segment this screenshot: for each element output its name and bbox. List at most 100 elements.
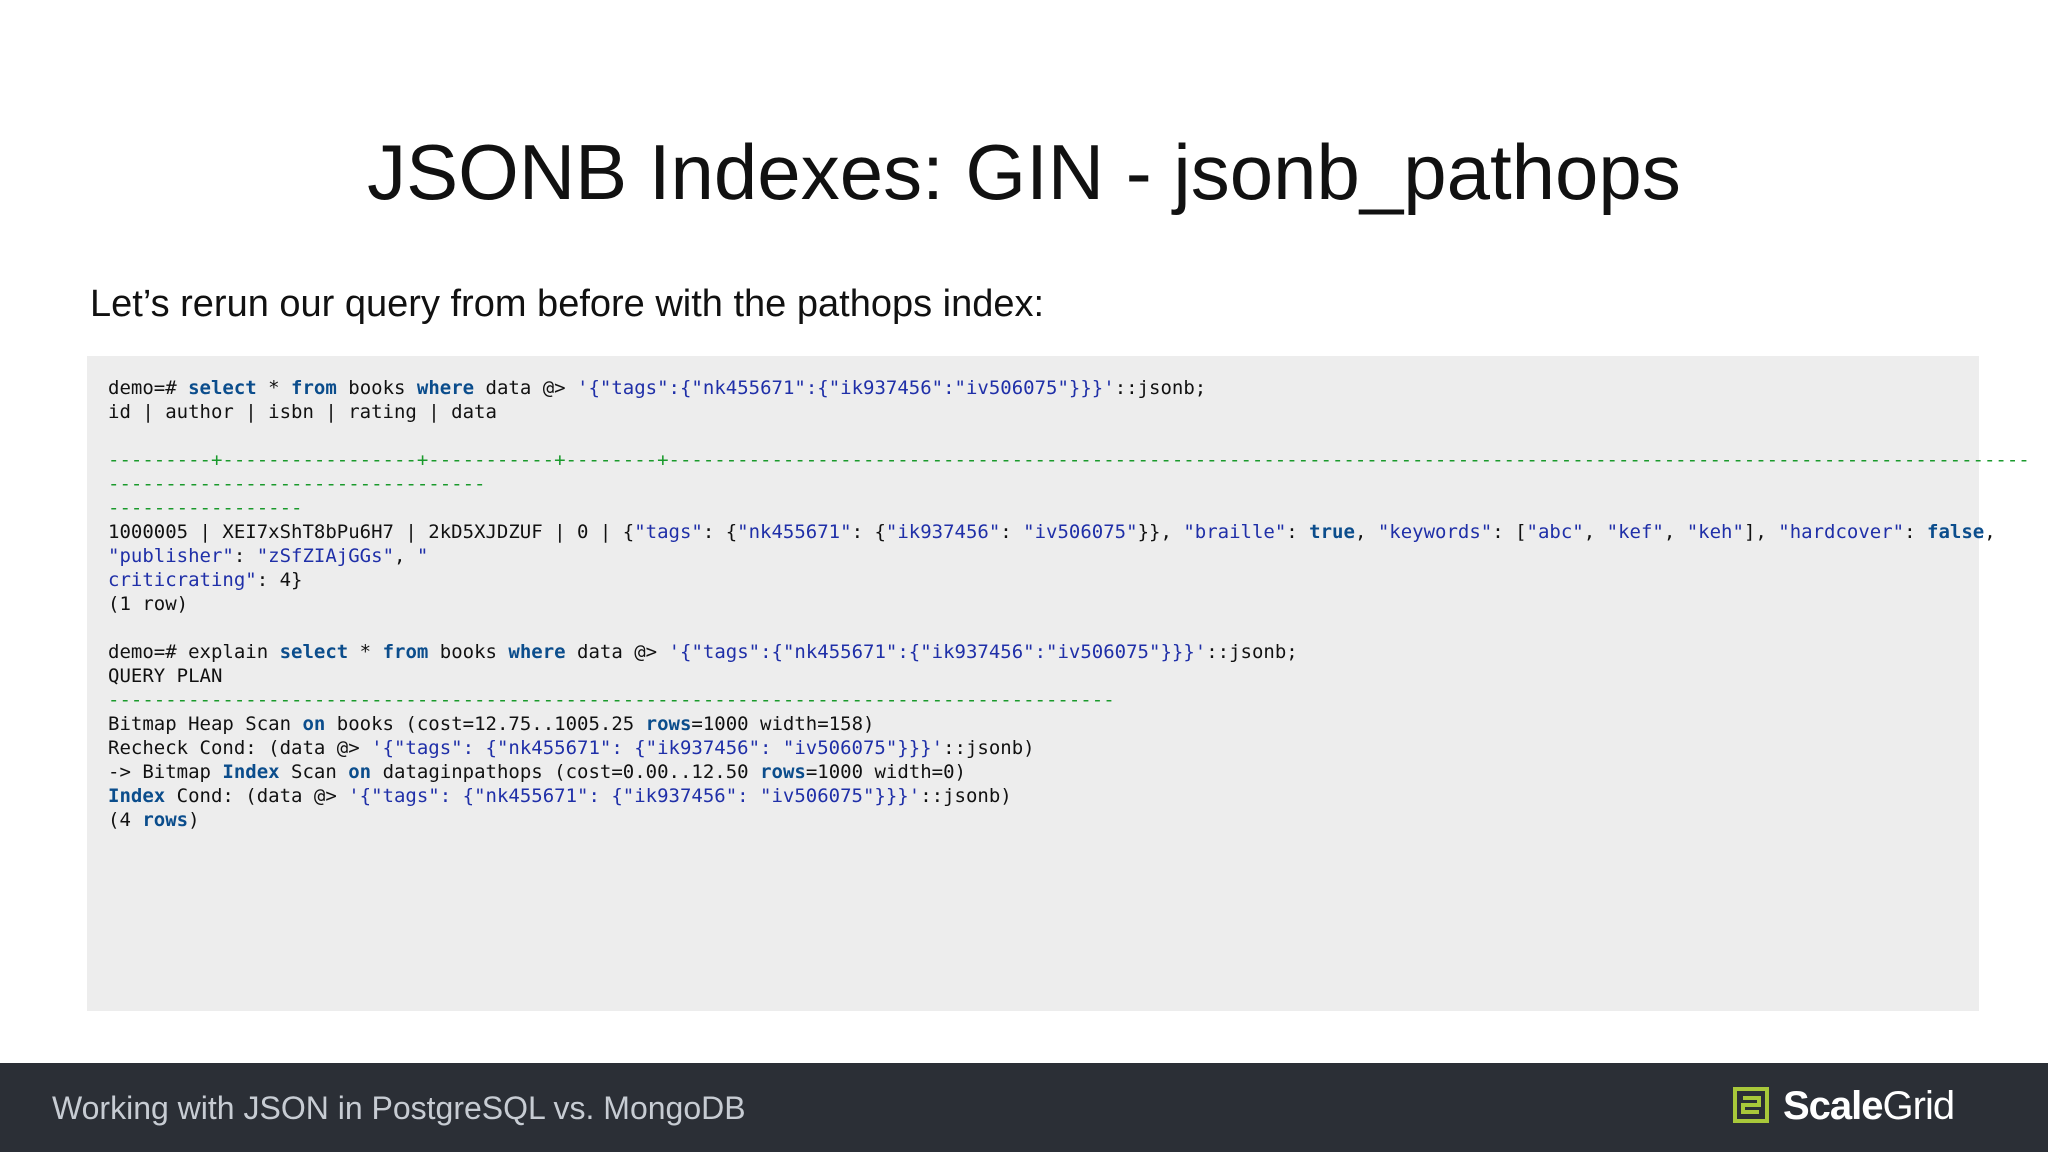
code-line: --------------------------------- — [108, 472, 2030, 496]
code-token: true — [1309, 521, 1355, 543]
code-token: * — [256, 377, 292, 399]
code-token: , — [394, 545, 417, 567]
code-token: where — [416, 377, 475, 399]
code-token: '{"tags": {"nk455671": {"ik937456": "iv5… — [348, 785, 921, 807]
code-line: criticrating": 4} — [108, 568, 2030, 592]
code-token: "iv506075" — [1023, 521, 1138, 543]
code-token: ::jsonb) — [920, 785, 1012, 807]
code-token: on — [348, 761, 372, 783]
code-token: --------------------------------- — [108, 473, 486, 495]
code-token: demo=# — [108, 377, 189, 399]
code-line: Recheck Cond: (data @> '{"tags": {"nk455… — [108, 736, 2030, 760]
code-line: ---------+-----------------+-----------+… — [108, 448, 2030, 472]
code-token: =1000 width=0) — [805, 761, 966, 783]
code-token: ---------+-----------------+-----------+… — [108, 449, 2030, 471]
code-token: : { — [702, 521, 738, 543]
code-token: ], — [1743, 521, 1779, 543]
code-token: -> Bitmap — [108, 761, 223, 783]
intro-text: Let’s rerun our query from before with t… — [90, 283, 1045, 325]
code-token: select — [279, 641, 349, 663]
logo-word-grid: Grid — [1882, 1084, 1956, 1128]
code-token: "ik937456" — [885, 521, 1001, 543]
code-token: ::jsonb; — [1206, 641, 1298, 663]
code-token: "hardcover" — [1778, 521, 1905, 543]
code-token: , — [1663, 521, 1687, 543]
code-token: rows — [142, 809, 189, 831]
code-token: : — [1286, 521, 1310, 543]
code-token: Scan — [279, 761, 349, 783]
code-line: (4 rows) — [108, 808, 2030, 832]
code-token: books — [428, 641, 509, 663]
code-token: Bitmap Heap Scan — [108, 713, 303, 735]
code-token: books — [336, 377, 417, 399]
code-line: id | author | isbn | rating | data — [108, 400, 2030, 424]
code-token: ::jsonb) — [943, 737, 1035, 759]
code-token: ----------------- — [108, 497, 303, 519]
code-token: on — [302, 713, 326, 735]
code-line: Bitmap Heap Scan on books (cost=12.75..1… — [108, 712, 2030, 736]
code-token: "zSfZIAjGGs" — [256, 545, 395, 567]
code-token: : — [1000, 521, 1024, 543]
code-token: Index — [222, 761, 280, 783]
code-token: data @> — [565, 641, 669, 663]
code-line: QUERY PLAN — [108, 664, 2030, 688]
code-token: dataginpathops (cost=0.00..12.50 — [371, 761, 761, 783]
logo-wordmark: ScaleGrid — [1783, 1084, 1956, 1128]
code-token: Cond: (data @> — [165, 785, 349, 807]
logo-word-scale: Scale — [1783, 1084, 1884, 1128]
code-token: " — [416, 545, 429, 567]
code-token: "keh" — [1686, 521, 1744, 543]
code-line: -> Bitmap Index Scan on dataginpathops (… — [108, 760, 2030, 784]
slide-title: JSONB Indexes: GIN - jsonb_pathops — [367, 128, 1681, 216]
code-line: ----------------------------------------… — [108, 688, 2030, 712]
code-line: demo=# select * from books where data @>… — [108, 376, 2030, 400]
code-token: }}, — [1137, 521, 1184, 543]
code-token: * — [348, 641, 383, 663]
code-token: ) — [188, 809, 200, 831]
code-token: , — [1354, 521, 1378, 543]
code-token: Index — [108, 785, 166, 807]
code-token: select — [188, 377, 257, 399]
code-token: rows — [645, 713, 692, 735]
code-line: ----------------- — [108, 496, 2030, 520]
scalegrid-logo-icon — [1733, 1087, 1769, 1123]
code-token: criticrating" — [108, 569, 257, 591]
code-token: ::jsonb; — [1114, 377, 1207, 399]
footer-bar: Working with JSON in PostgreSQL vs. Mong… — [0, 1063, 2048, 1152]
code-token: (1 row) — [108, 593, 189, 615]
code-token: from — [382, 641, 429, 663]
code-token: "braille" — [1183, 521, 1287, 543]
code-token: data @> — [474, 377, 578, 399]
code-token: : { — [851, 521, 886, 543]
code-token: (4 — [108, 809, 143, 831]
code-token: "kef" — [1606, 521, 1664, 543]
code-token: "abc" — [1526, 521, 1584, 543]
code-token: '{"tags":{"nk455671":{"ik937456":"iv5060… — [668, 641, 1207, 663]
code-block: demo=# select * from books where data @>… — [108, 376, 2030, 832]
code-token: : 4} — [256, 569, 303, 591]
code-token: '{"tags": {"nk455671": {"ik937456": "iv5… — [371, 737, 944, 759]
code-line: "publisher": "zSfZIAjGGs", " — [108, 544, 2030, 568]
code-line: 1000005 | XEI7xShT8bPu6H7 | 2kD5XJDZUF |… — [108, 520, 2030, 544]
code-token: demo=# explain — [108, 641, 280, 663]
code-line: Index Cond: (data @> '{"tags": {"nk45567… — [108, 784, 2030, 808]
code-token: where — [508, 641, 566, 663]
code-line: demo=# explain select * from books where… — [108, 640, 2030, 664]
code-token: id | author | isbn | rating | data — [108, 401, 497, 423]
code-token: "publisher" — [108, 545, 234, 567]
code-token: "nk455671" — [737, 521, 852, 543]
code-token: : [ — [1492, 521, 1527, 543]
code-token: ----------------------------------------… — [108, 689, 1115, 711]
code-token: Recheck Cond: (data @> — [108, 737, 372, 759]
code-token: : — [233, 545, 257, 567]
code-token: , — [1583, 521, 1607, 543]
code-token: , — [1984, 521, 1996, 543]
code-token: false — [1927, 521, 1985, 543]
code-token: "keywords" — [1377, 521, 1493, 543]
code-token: QUERY PLAN — [108, 665, 223, 687]
footer-caption: Working with JSON in PostgreSQL vs. Mong… — [52, 1090, 746, 1126]
code-token: '{"tags":{"nk455671":{"ik937456":"iv5060… — [577, 377, 1115, 399]
code-line: (1 row) — [108, 592, 2030, 616]
code-token: books (cost=12.75..1005.25 — [325, 713, 646, 735]
